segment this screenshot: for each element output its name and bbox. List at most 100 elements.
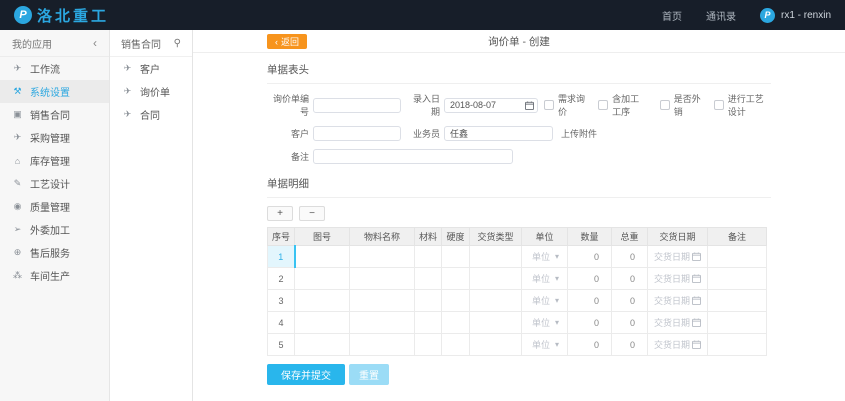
sidebar-item-inventory[interactable]: ⌂ 库存管理 [0,149,109,172]
checkbox-demand-inquiry[interactable]: 需求询价 [544,92,586,118]
remark-cell[interactable] [708,334,767,356]
remark-cell[interactable] [708,312,767,334]
sidebar-item-quality[interactable]: ◉ 质量管理 [0,195,109,218]
material-name-cell[interactable] [350,290,415,312]
material-name-cell[interactable] [350,246,415,268]
calendar-icon[interactable] [692,296,701,305]
unit-select[interactable]: 单位 [532,338,550,351]
upload-attachment-link[interactable]: 上传附件 [561,127,597,140]
sidebar-item-process-design[interactable]: ✎ 工艺设计 [0,172,109,195]
qty-cell[interactable]: 0 [568,312,612,334]
sidebar-item-system-settings[interactable]: ⚒ 系统设置 [0,80,109,103]
sidebar-item-purchasing[interactable]: ✈ 采购管理 [0,126,109,149]
material-cell[interactable] [415,290,442,312]
drawing-no-cell[interactable] [295,246,350,268]
inquiry-no-input[interactable] [313,98,401,113]
date-placeholder[interactable]: 交货日期 [654,272,690,285]
remark-cell[interactable] [708,268,767,290]
submenu-item-inquiry[interactable]: ✈ 询价单 [110,80,192,103]
delivery-date-cell[interactable]: 交货日期 [648,312,708,334]
unit-select[interactable]: 单位 [532,250,550,263]
qty-cell[interactable]: 0 [568,246,612,268]
unit-select[interactable]: 单位 [532,294,550,307]
submenu-item-customer[interactable]: ✈ 客户 [110,57,192,80]
material-cell[interactable] [415,334,442,356]
delivery-type-cell[interactable] [470,268,522,290]
material-name-cell[interactable] [350,312,415,334]
hardness-cell[interactable] [442,246,470,268]
hardness-cell[interactable] [442,312,470,334]
seq-cell[interactable]: 5 [268,334,295,356]
save-submit-button[interactable]: 保存并提交 [267,364,345,385]
nav-home[interactable]: 首页 [662,8,682,23]
date-placeholder[interactable]: 交货日期 [654,338,690,351]
sidebar-item-outsourcing[interactable]: ➢ 外委加工 [0,218,109,241]
hardness-cell[interactable] [442,334,470,356]
calendar-icon[interactable] [692,340,701,349]
remove-row-button[interactable]: − [299,206,325,221]
seq-cell[interactable]: 2 [268,268,295,290]
unit-select[interactable]: 单位 [532,316,550,329]
sidebar-item-sales-contract[interactable]: ▣ 销售合同 [0,103,109,126]
drawing-no-cell[interactable] [295,290,350,312]
unit-cell[interactable]: 单位▾ [522,334,568,356]
collapse-icon[interactable]: ‹ [93,36,97,50]
pin-icon[interactable]: ⚲ [174,38,181,49]
sidebar-item-workshop[interactable]: ⁂ 车间生产 [0,264,109,287]
checkbox-export[interactable]: 是否外销 [660,92,702,118]
unit-select[interactable]: 单位 [532,272,550,285]
seq-cell[interactable]: 4 [268,312,295,334]
delivery-date-cell[interactable]: 交货日期 [648,246,708,268]
qty-cell[interactable]: 0 [568,268,612,290]
salesman-input[interactable] [444,126,553,141]
hardness-cell[interactable] [442,268,470,290]
material-name-cell[interactable] [350,334,415,356]
delivery-type-cell[interactable] [470,290,522,312]
customer-input[interactable] [313,126,401,141]
weight-cell[interactable]: 0 [612,312,648,334]
sidebar-item-after-sales[interactable]: ⊕ 售后服务 [0,241,109,264]
material-cell[interactable] [415,246,442,268]
remark-cell[interactable] [708,246,767,268]
delivery-date-cell[interactable]: 交货日期 [648,334,708,356]
drawing-no-cell[interactable] [295,334,350,356]
date-placeholder[interactable]: 交货日期 [654,316,690,329]
calendar-icon[interactable] [692,318,701,327]
nav-contacts[interactable]: 通讯录 [706,8,736,23]
weight-cell[interactable]: 0 [612,290,648,312]
weight-cell[interactable]: 0 [612,246,648,268]
add-row-button[interactable]: + [267,206,293,221]
material-cell[interactable] [415,268,442,290]
remark-input[interactable] [313,149,513,164]
qty-cell[interactable]: 0 [568,290,612,312]
material-name-cell[interactable] [350,268,415,290]
back-button[interactable]: ‹ 返回 [267,34,307,49]
material-cell[interactable] [415,312,442,334]
date-placeholder[interactable]: 交货日期 [654,250,690,263]
reset-button[interactable]: 重置 [349,364,389,385]
sidebar-item-workflow[interactable]: ✈ 工作流 [0,57,109,80]
hardness-cell[interactable] [442,290,470,312]
checkbox-with-machining[interactable]: 含加工工序 [598,92,648,118]
unit-cell[interactable]: 单位▾ [522,268,568,290]
remark-cell[interactable] [708,290,767,312]
qty-cell[interactable]: 0 [568,334,612,356]
unit-cell[interactable]: 单位▾ [522,290,568,312]
calendar-icon[interactable] [525,101,534,110]
unit-cell[interactable]: 单位▾ [522,246,568,268]
submenu-item-contract[interactable]: ✈ 合同 [110,103,192,126]
checkbox-process-design[interactable]: 进行工艺设计 [714,92,771,118]
delivery-type-cell[interactable] [470,312,522,334]
delivery-date-cell[interactable]: 交货日期 [648,290,708,312]
calendar-icon[interactable] [692,252,701,261]
delivery-date-cell[interactable]: 交货日期 [648,268,708,290]
unit-cell[interactable]: 单位▾ [522,312,568,334]
calendar-icon[interactable] [692,274,701,283]
delivery-type-cell[interactable] [470,334,522,356]
delivery-type-cell[interactable] [470,246,522,268]
weight-cell[interactable]: 0 [612,268,648,290]
seq-cell[interactable]: 3 [268,290,295,312]
date-placeholder[interactable]: 交货日期 [654,294,690,307]
seq-cell[interactable]: 1 [268,246,295,268]
drawing-no-cell[interactable] [295,268,350,290]
